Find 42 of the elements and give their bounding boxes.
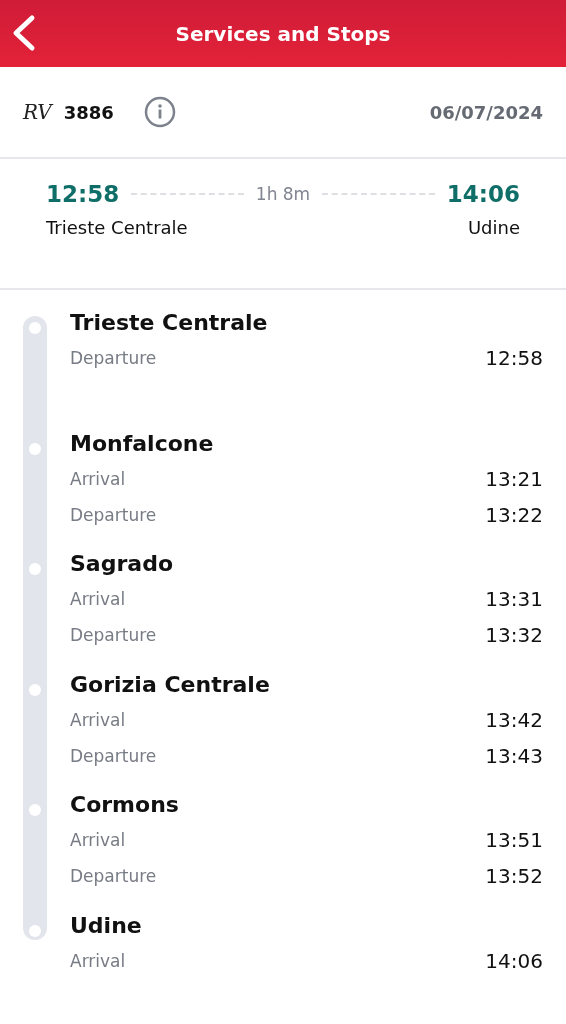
stop-dot bbox=[29, 322, 41, 334]
stop-name: Sagrado bbox=[70, 550, 174, 578]
stop-name: Udine bbox=[70, 911, 143, 940]
stop-name: Trieste Centrale bbox=[70, 309, 269, 337]
stop-time: 13:21 bbox=[485, 466, 543, 491]
stop-name: Monfalcone bbox=[70, 429, 215, 458]
time-label: Departure bbox=[70, 745, 157, 766]
screen-title: Services and Stops bbox=[175, 21, 391, 46]
stop-time: 13:22 bbox=[485, 502, 543, 527]
train-number: 3886 bbox=[63, 101, 114, 123]
time-label: Arrival bbox=[70, 709, 126, 730]
departure-time: 12:58 bbox=[46, 181, 120, 207]
stop-name: Gorizia Centrale bbox=[70, 670, 271, 699]
time-label: Departure bbox=[70, 504, 157, 525]
arrival-time: 14:06 bbox=[446, 181, 520, 207]
time-label: Departure bbox=[70, 348, 157, 368]
stop-dot bbox=[29, 804, 41, 816]
time-label: Departure bbox=[70, 866, 157, 886]
departure-station: Trieste Centrale bbox=[46, 217, 188, 238]
stop-dot bbox=[29, 683, 41, 696]
time-label: Arrival bbox=[70, 468, 126, 489]
travel-date: 06/07/2024 bbox=[429, 101, 543, 123]
time-label: Departure bbox=[70, 625, 157, 645]
stop-dot bbox=[29, 563, 41, 575]
stop-time: 13:32 bbox=[485, 623, 543, 647]
stop-time: 13:51 bbox=[485, 828, 543, 852]
stop-dot bbox=[29, 924, 41, 937]
train-category: RV bbox=[23, 100, 52, 124]
stop-time: 13:31 bbox=[485, 587, 543, 611]
stop-name: Cormons bbox=[70, 791, 180, 819]
stop-time: 14:06 bbox=[485, 948, 543, 973]
stop-time: 13:43 bbox=[485, 743, 543, 768]
stop-time: 12:58 bbox=[485, 346, 543, 370]
time-label: Arrival bbox=[70, 950, 126, 971]
stop-dot bbox=[29, 442, 41, 455]
info-icon[interactable] bbox=[143, 96, 176, 128]
time-label: Arrival bbox=[70, 589, 126, 609]
time-label: Arrival bbox=[70, 830, 126, 850]
stop-time: 13:42 bbox=[485, 707, 543, 732]
arrival-station: Udine bbox=[467, 217, 520, 238]
duration: 1h 8m bbox=[255, 184, 311, 204]
stop-time: 13:52 bbox=[485, 864, 543, 888]
